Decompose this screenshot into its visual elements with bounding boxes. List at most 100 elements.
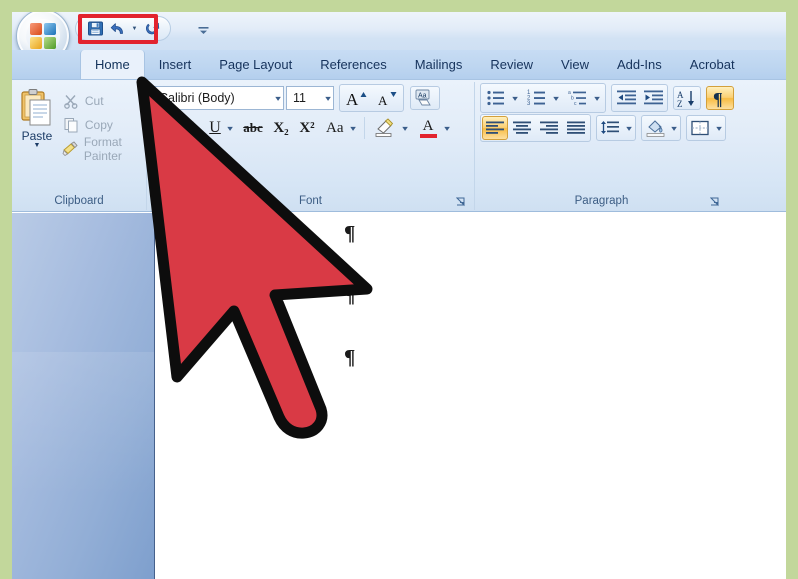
shrink-font-icon: A: [378, 91, 396, 108]
document-workspace: ¶ ¶ ¶: [12, 213, 786, 579]
dialog-launcher-icon: [456, 197, 465, 207]
tab-review[interactable]: Review: [476, 50, 547, 79]
font-name-combo[interactable]: Calibri (Body) ▾: [152, 86, 284, 110]
font-dialog-launcher[interactable]: [455, 196, 467, 208]
copy-label: Copy: [84, 118, 113, 132]
tab-home[interactable]: Home: [80, 50, 145, 79]
paste-label: Paste: [21, 129, 53, 143]
paste-button[interactable]: Paste ▼: [17, 85, 57, 150]
format-painter-button[interactable]: Format Painter: [59, 135, 141, 163]
justify-button[interactable]: [563, 116, 589, 140]
paragraph-row-top: ▾ 1 2 3 ▾ a b c ▾ A Z ¶: [480, 83, 734, 113]
scissors-icon: [62, 92, 80, 110]
shading-split-button[interactable]: ▾: [641, 115, 681, 141]
tab-label: Mailings: [414, 57, 463, 72]
align-left-icon: [486, 121, 504, 134]
change-case-dropdown[interactable]: ▾: [348, 116, 359, 140]
paragraph-mark: ¶: [344, 221, 356, 245]
tab-references[interactable]: References: [306, 50, 400, 79]
borders-split-button[interactable]: ▾: [686, 115, 726, 141]
strikethrough-button[interactable]: abc: [239, 116, 267, 140]
increase-indent-button[interactable]: [640, 86, 666, 110]
customize-qat-button[interactable]: [195, 22, 211, 38]
clipboard-label-text: Clipboard: [54, 195, 104, 207]
underline-dropdown[interactable]: ▾: [225, 116, 236, 140]
borders-dropdown[interactable]: ▾: [713, 116, 725, 140]
bold-button[interactable]: B: [152, 116, 176, 140]
list-buttons: ▾ 1 2 3 ▾ a b c ▾: [480, 83, 606, 113]
chevron-down-icon: ▾: [325, 93, 331, 103]
tab-view[interactable]: View: [547, 50, 603, 79]
paragraph-label-text: Paragraph: [574, 195, 629, 207]
tab-mailings[interactable]: Mailings: [401, 50, 477, 79]
undo-dropdown[interactable]: ▼: [130, 18, 141, 39]
ribbon-tabs: Home Insert Page Layout References Maili…: [12, 50, 786, 80]
bullets-split-button[interactable]: ▾: [482, 85, 522, 111]
numbering-button[interactable]: 1 2 3: [524, 86, 550, 110]
save-button[interactable]: [84, 18, 107, 39]
italic-button[interactable]: I: [178, 116, 202, 140]
tab-add-ins[interactable]: Add-Ins: [603, 50, 676, 79]
show-hide-formatting-button[interactable]: ¶: [706, 86, 734, 110]
cut-button[interactable]: Cut: [59, 89, 141, 113]
line-spacing-button[interactable]: [597, 116, 623, 140]
numbering-dropdown[interactable]: ▾: [550, 86, 562, 110]
redo-button[interactable]: [141, 18, 164, 39]
change-case-button[interactable]: Aa: [322, 116, 348, 140]
grow-font-icon: A: [346, 90, 366, 108]
line-spacing-icon: [601, 120, 619, 134]
undo-button[interactable]: [107, 18, 130, 39]
paragraph-dialog-launcher[interactable]: [709, 196, 721, 208]
floppy-disk-icon: [88, 21, 103, 36]
clear-formatting-button[interactable]: Aa: [410, 86, 440, 110]
sort-button[interactable]: A Z: [673, 86, 701, 110]
text-highlight-dropdown[interactable]: ▾: [400, 116, 411, 140]
grow-font-button[interactable]: A: [341, 86, 371, 110]
align-left-button[interactable]: [482, 116, 508, 140]
svg-text:Z: Z: [677, 99, 683, 108]
multilevel-dropdown[interactable]: ▾: [591, 86, 603, 110]
tab-insert[interactable]: Insert: [145, 50, 206, 79]
line-spacing-split-button[interactable]: ▾: [596, 115, 636, 141]
bullets-dropdown[interactable]: ▾: [509, 86, 521, 110]
chevron-down-icon: ▾: [275, 93, 281, 103]
font-color-dropdown[interactable]: ▾: [442, 116, 453, 140]
shading-button[interactable]: [642, 116, 668, 140]
document-page[interactable]: ¶ ¶ ¶: [156, 213, 786, 579]
bullets-button[interactable]: [483, 86, 509, 110]
svg-text:A: A: [378, 93, 388, 108]
tab-acrobat[interactable]: Acrobat: [676, 50, 749, 79]
decrease-indent-button[interactable]: [613, 86, 639, 110]
numbering-split-button[interactable]: 1 2 3 ▾: [523, 85, 563, 111]
text-highlight-button[interactable]: [370, 116, 400, 140]
svg-text:c: c: [574, 101, 577, 107]
tab-label: Insert: [158, 57, 192, 72]
line-spacing-dropdown[interactable]: ▾: [623, 116, 635, 140]
tab-page-layout[interactable]: Page Layout: [205, 50, 306, 79]
multilevel-split-button[interactable]: a b c ▾: [564, 85, 604, 111]
align-justify-icon: [567, 121, 585, 134]
underline-button[interactable]: U: [205, 116, 225, 140]
font-color-split-button[interactable]: A ▾: [414, 115, 454, 141]
shrink-font-button[interactable]: A: [372, 86, 402, 110]
superscript-button[interactable]: X²: [295, 116, 319, 140]
tab-label: Acrobat: [689, 57, 735, 72]
chevron-down-icon: ▾: [716, 123, 722, 133]
paragraph-mark: ¶: [344, 283, 356, 307]
dialog-launcher-icon: [710, 197, 719, 207]
font-color-button[interactable]: A: [415, 116, 442, 140]
underline-split-button[interactable]: U ▾: [204, 115, 237, 141]
font-size-combo[interactable]: 11 ▾: [286, 86, 334, 110]
align-center-button[interactable]: [509, 116, 535, 140]
borders-button[interactable]: [687, 116, 713, 140]
highlight-split-button[interactable]: ▾: [369, 115, 412, 141]
shading-dropdown[interactable]: ▾: [668, 116, 680, 140]
font-size-value: 11: [293, 91, 306, 105]
word-application-window: ▼ Home Insert Page Layout References Mai…: [12, 12, 786, 579]
subscript-button[interactable]: X₂: [269, 116, 293, 140]
align-right-button[interactable]: [536, 116, 562, 140]
multilevel-list-button[interactable]: a b c: [565, 86, 591, 110]
change-case-split-button[interactable]: Aa ▾: [321, 115, 360, 141]
copy-button[interactable]: Copy: [59, 113, 141, 137]
svg-text:A: A: [346, 90, 359, 108]
